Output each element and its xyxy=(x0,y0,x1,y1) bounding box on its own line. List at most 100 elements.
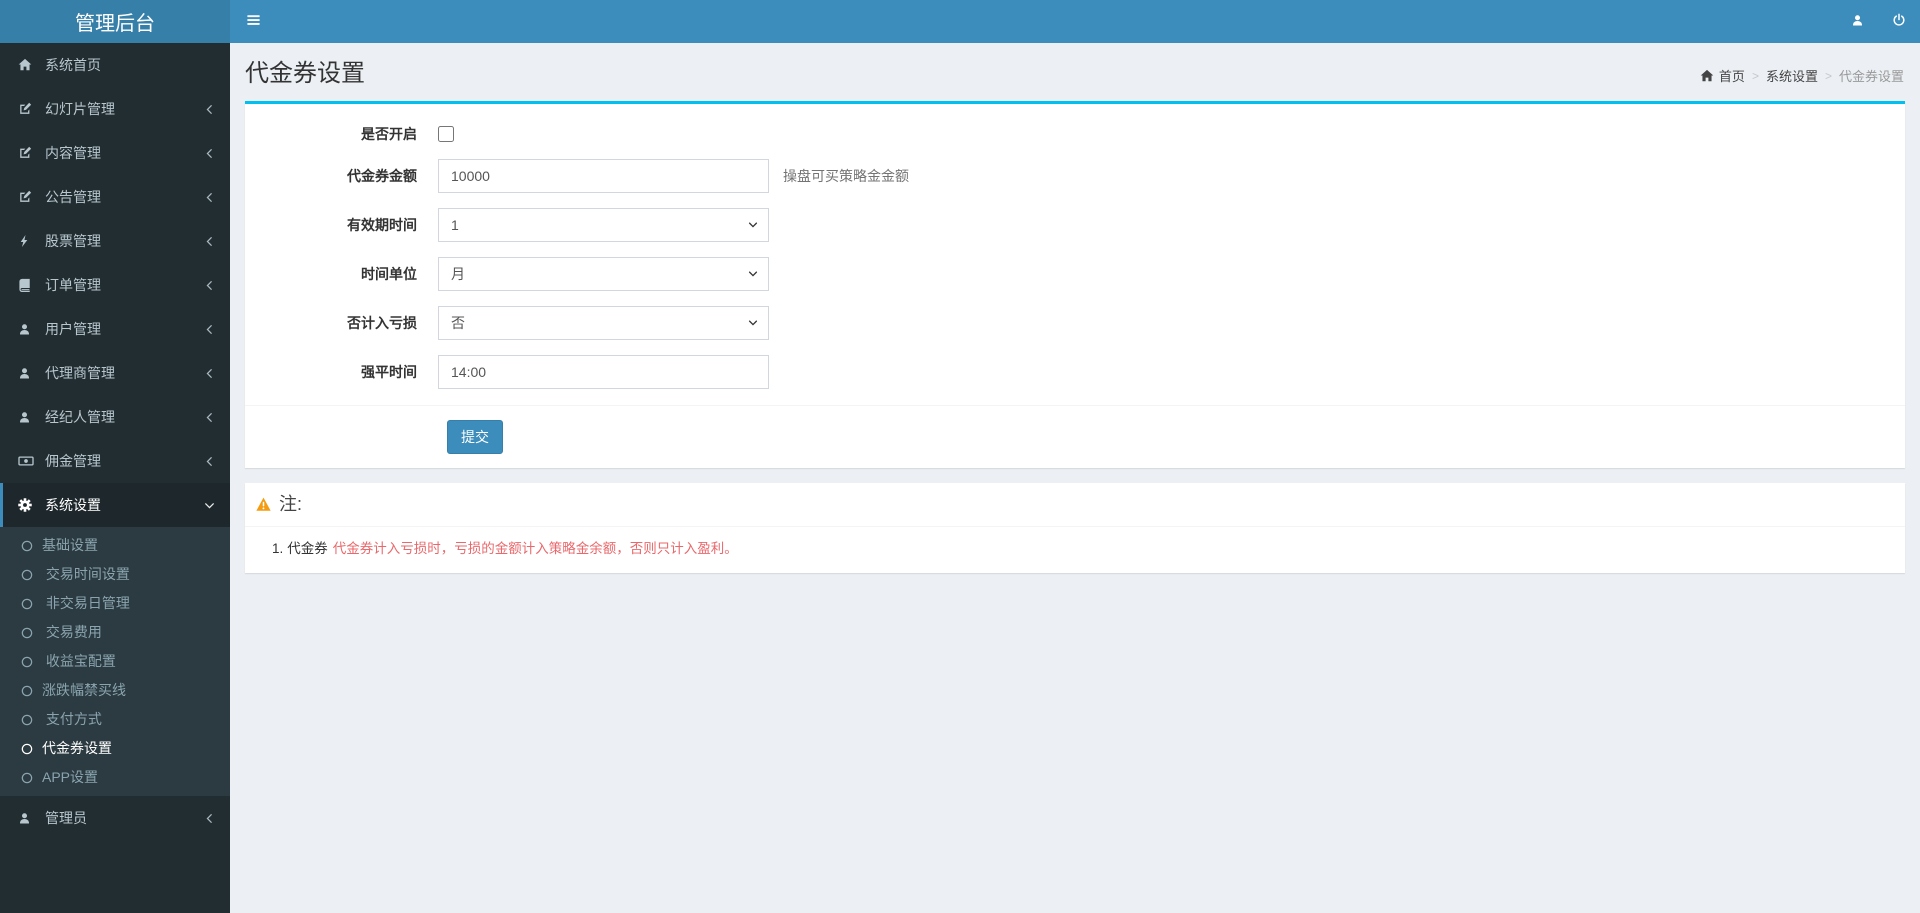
user-icon xyxy=(18,367,38,380)
submenu-item-payment-method[interactable]: 支付方式 xyxy=(0,705,230,734)
note-box: 注: 1. 代金券 代金券计入亏损时，亏损的金额计入策略金余额，否则只计入盈利。 xyxy=(245,483,1905,573)
submenu-item-app-settings[interactable]: APP设置 xyxy=(0,763,230,792)
sidebar-item-label: 订单管理 xyxy=(45,277,101,293)
submenu-item-label: 代金券设置 xyxy=(42,740,112,756)
chevron-left-icon xyxy=(204,192,215,203)
sidebar-item-label: 佣金管理 xyxy=(45,453,101,469)
field-row-count-loss: 否计入亏损 否 xyxy=(245,306,1890,340)
valid-period-select[interactable]: 1 xyxy=(438,208,769,242)
note-item-number: 1. xyxy=(272,541,284,556)
user-menu-button[interactable] xyxy=(1836,0,1878,43)
time-unit-select[interactable]: 月 xyxy=(438,257,769,291)
home-icon xyxy=(18,58,38,72)
sidebar-item-home[interactable]: 系统首页 xyxy=(0,43,230,87)
sidebar-item-notice[interactable]: 公告管理 xyxy=(0,175,230,219)
chevron-left-icon xyxy=(204,813,215,824)
book-icon xyxy=(18,278,38,292)
field-row-voucher-amount: 代金券金额 操盘可买策略金金额 xyxy=(245,159,1890,193)
chevron-left-icon xyxy=(204,148,215,159)
admin-app: 管理后台 系统首页幻灯片管理内容管理公告管理股票管理订单管理用户管理 代理商管理经… xyxy=(0,0,1920,913)
user-icon xyxy=(1851,14,1864,30)
sidebar-item-content[interactable]: 内容管理 xyxy=(0,131,230,175)
content-header: 代金券设置 首页 > 系统设置 > 代金券设置 xyxy=(230,43,1920,101)
submenu-item-non-trading-day[interactable]: 非交易日管理 xyxy=(0,589,230,618)
sidebar-toggle-button[interactable] xyxy=(230,0,276,43)
breadcrumb-home[interactable]: 首页 xyxy=(1719,66,1745,85)
power-icon xyxy=(1892,13,1906,30)
field-row-time-unit: 时间单位 月 xyxy=(245,257,1890,291)
breadcrumb-section[interactable]: 系统设置 xyxy=(1766,66,1818,85)
sidebar-item-brokers[interactable]: 经纪人管理 xyxy=(0,395,230,439)
field-label: 代金券金额 xyxy=(347,168,417,184)
circle-icon xyxy=(21,656,35,668)
submenu-item-trade-fee[interactable]: 交易费用 xyxy=(0,618,230,647)
sidebar-item-label: 系统首页 xyxy=(45,57,101,73)
chevron-left-icon xyxy=(204,236,215,247)
chevron-left-icon xyxy=(204,104,215,115)
voucher-amount-input[interactable] xyxy=(438,159,769,193)
bars-icon xyxy=(246,13,261,30)
form-body: 是否开启 代金券金额 操盘可买策略金金额 有效期时间 xyxy=(245,104,1905,405)
submenu-item-label: 非交易日管理 xyxy=(42,595,130,611)
sidebar: 系统首页幻灯片管理内容管理公告管理股票管理订单管理用户管理 代理商管理 经纪人管理佣… xyxy=(0,43,230,913)
logout-button[interactable] xyxy=(1878,0,1920,43)
note-title: 注: xyxy=(279,494,303,514)
form-footer: 提交 xyxy=(245,405,1905,468)
note-body: 1. 代金券 代金券计入亏损时，亏损的金额计入策略金余额，否则只计入盈利。 xyxy=(245,527,1905,573)
navbar-right xyxy=(1836,0,1920,43)
edit-icon xyxy=(18,146,38,160)
money-icon xyxy=(18,454,38,468)
note-item: 1. 代金券 代金券计入亏损时，亏损的金额计入策略金余额，否则只计入盈利。 xyxy=(255,537,1895,557)
submenu-item-label: APP设置 xyxy=(42,769,99,785)
navbar-main xyxy=(230,0,1920,43)
sidebar-item-label: 内容管理 xyxy=(45,145,101,161)
field-row-enable: 是否开启 xyxy=(245,124,1890,144)
warning-icon xyxy=(255,497,272,512)
force-close-time-input[interactable] xyxy=(438,355,769,389)
sidebar-submenu: 基础设置 交易时间设置 非交易日管理 交易费用 收益宝配置 涨跌幅禁买线 支付方式… xyxy=(0,527,230,796)
circle-icon xyxy=(21,714,35,726)
sidebar-item-label: 股票管理 xyxy=(45,233,101,249)
app-logo[interactable]: 管理后台 xyxy=(0,0,230,43)
field-label: 是否开启 xyxy=(361,126,417,142)
user-icon xyxy=(18,323,38,336)
chevron-left-icon xyxy=(204,368,215,379)
sidebar-item-system-settings[interactable]: 系统设置 xyxy=(0,483,230,527)
field-row-force-close-time: 强平时间 xyxy=(245,355,1890,389)
circle-icon xyxy=(21,627,35,639)
chevron-left-icon xyxy=(204,280,215,291)
submenu-item-basic-settings[interactable]: 基础设置 xyxy=(0,531,230,560)
submit-button[interactable]: 提交 xyxy=(447,420,503,454)
sidebar-item-stocks[interactable]: 股票管理 xyxy=(0,219,230,263)
count-loss-select[interactable]: 否 xyxy=(438,306,769,340)
chevron-down-icon xyxy=(204,500,215,511)
circle-icon xyxy=(21,685,35,697)
sidebar-item-commission[interactable]: 佣金管理 xyxy=(0,439,230,483)
sidebar-item-slides[interactable]: 幻灯片管理 xyxy=(0,87,230,131)
sidebar-item-label: 公告管理 xyxy=(45,189,101,205)
sidebar-item-label: 管理员 xyxy=(45,810,87,826)
chevron-left-icon xyxy=(204,324,215,335)
submenu-item-voucher-settings[interactable]: 代金券设置 xyxy=(0,734,230,763)
edit-icon xyxy=(18,102,38,116)
submenu-item-yield-treasure[interactable]: 收益宝配置 xyxy=(0,647,230,676)
breadcrumb-separator: > xyxy=(1824,68,1832,83)
main-content: 代金券设置 首页 > 系统设置 > 代金券设置 是否开启 代金券金额 10000… xyxy=(230,43,1920,913)
sidebar-item-admin[interactable]: 管理员 xyxy=(0,796,230,840)
chevron-left-icon xyxy=(204,412,215,423)
circle-icon xyxy=(21,598,35,610)
edit-icon xyxy=(18,190,38,204)
enable-checkbox[interactable] xyxy=(438,126,454,142)
sidebar-item-users[interactable]: 用户管理 xyxy=(0,307,230,351)
field-label: 否计入亏损 xyxy=(347,315,417,331)
chevron-left-icon xyxy=(204,456,215,467)
submenu-item-limit-buy-line[interactable]: 涨跌幅禁买线 xyxy=(0,676,230,705)
note-header: 注: xyxy=(245,483,1905,527)
breadcrumb: 首页 > 系统设置 > 代金券设置 xyxy=(1700,66,1904,85)
sidebar-item-agents[interactable]: 代理商管理 xyxy=(0,351,230,395)
sidebar-item-orders[interactable]: 订单管理 xyxy=(0,263,230,307)
gear-icon xyxy=(18,498,38,512)
page-title: 代金券设置 xyxy=(245,60,365,87)
submenu-item-trade-time-settings[interactable]: 交易时间设置 xyxy=(0,560,230,589)
breadcrumb-current: 代金券设置 xyxy=(1838,69,1904,84)
